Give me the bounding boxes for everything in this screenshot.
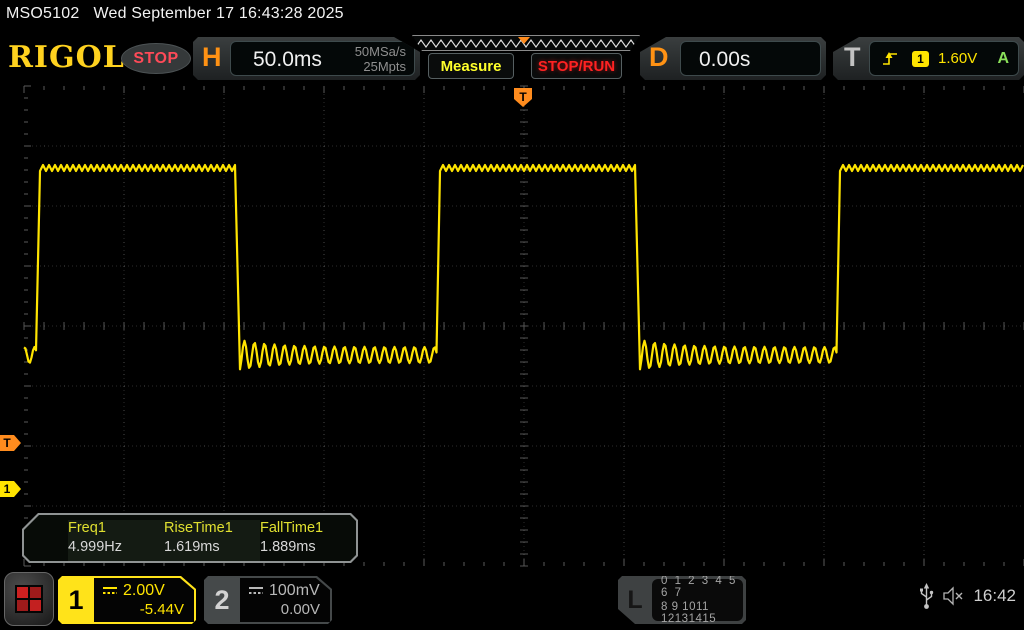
delay-panel[interactable]: D 0.00s: [640, 37, 826, 80]
trigger-label: T: [844, 42, 861, 73]
channel1-offset: -5.44V: [140, 601, 184, 618]
measurement-item[interactable]: Freq1 4.999Hz: [68, 520, 164, 561]
waveform-overview-bar[interactable]: [412, 35, 640, 51]
model-name: MSO5102: [6, 5, 79, 22]
measurement-label: FallTime1: [260, 520, 356, 536]
logic-label: L: [618, 576, 652, 624]
horizontal-label: H: [202, 42, 222, 73]
channel2-scale-value: 100mV: [269, 582, 320, 600]
measurement-item[interactable]: FallTime1 1.889ms: [260, 520, 356, 561]
measurement-label: RiseTime1: [164, 520, 260, 536]
measurement-value: 1.619ms: [164, 539, 260, 555]
trigger-sweep-mode: A: [997, 50, 1009, 68]
logic-row-bottom: 8 9 1011 12131415: [661, 601, 743, 625]
header: RIGOL STOP H 50.0ms 50MSa/s 25Mpts Measu…: [0, 32, 1024, 84]
measurement-panel-inner: Freq1 4.999Hz RiseTime1 1.619ms FallTime…: [24, 515, 356, 561]
status-bar: MSO5102 Wed September 17 16:43:28 2025: [6, 5, 344, 23]
menu-grid-icon: [15, 585, 43, 613]
memory-depth: 25Mpts: [355, 59, 406, 74]
horizontal-inset: 50.0ms 50MSa/s 25Mpts: [230, 41, 415, 76]
channel1-scale: 2.00V: [102, 582, 165, 600]
bottom-bar: 1 2.00V -5.44V 2 100mV 0.00V: [0, 568, 1024, 630]
channel1-scale-value: 2.00V: [123, 582, 165, 600]
measurement-panel[interactable]: Freq1 4.999Hz RiseTime1 1.619ms FallTime…: [22, 513, 358, 563]
run-state-badge: STOP: [121, 43, 191, 74]
delay-value: 0.00s: [699, 48, 750, 72]
channel1-block[interactable]: 1 2.00V -5.44V: [58, 576, 196, 624]
svg-text:T: T: [3, 436, 11, 450]
logic-analyzer-block[interactable]: L 0 1 2 3 4 5 6 7 8 9 1011 12131415: [618, 576, 746, 624]
measurement-item[interactable]: RiseTime1 1.619ms: [164, 520, 260, 561]
system-tray: 16:42: [919, 582, 1016, 610]
logic-channels: 0 1 2 3 4 5 6 7 8 9 1011 12131415: [652, 579, 743, 621]
trigger-level-marker[interactable]: T: [0, 435, 21, 451]
rigol-logo: RIGOL: [8, 40, 125, 75]
trigger-level-value: 1.60V: [938, 50, 977, 67]
channel1-inner: 2.00V -5.44V: [94, 578, 194, 622]
measurement-value: 1.889ms: [260, 539, 356, 555]
logic-row-top: 0 1 2 3 4 5 6 7: [661, 575, 743, 599]
svg-text:T: T: [519, 90, 527, 104]
channel2-block[interactable]: 2 100mV 0.00V: [204, 576, 332, 624]
speaker-muted-icon: [943, 586, 964, 606]
trigger-inset: 1 1.60V A: [869, 41, 1019, 76]
timebase-value: 50.0ms: [253, 48, 322, 72]
dc-coupling-icon: [102, 586, 118, 596]
stop-run-button[interactable]: STOP/RUN: [531, 53, 622, 79]
menu-button[interactable]: [4, 572, 54, 626]
sample-rate: 50MSa/s: [355, 44, 406, 59]
overview-zigzag: [413, 36, 639, 50]
usb-icon: [919, 582, 934, 610]
trigger-source-badge: 1: [912, 51, 929, 67]
horizontal-panel[interactable]: H 50.0ms 50MSa/s 25Mpts: [193, 37, 420, 80]
measurement-label: Freq1: [68, 520, 164, 536]
trigger-position-marker[interactable]: T: [514, 88, 532, 107]
trigger-panel[interactable]: T 1 1.60V A: [833, 37, 1024, 80]
channel1-number: 1: [58, 576, 94, 624]
datetime: Wed September 17 16:43:28 2025: [93, 5, 343, 22]
acquisition-rates: 50MSa/s 25Mpts: [355, 44, 406, 74]
svg-text:1: 1: [4, 482, 11, 496]
channel2-inner: 100mV 0.00V: [240, 578, 330, 622]
dc-coupling-icon: [248, 586, 264, 596]
channel1-ground-marker[interactable]: 1: [0, 481, 21, 497]
clock: 16:42: [973, 586, 1016, 606]
channel2-offset: 0.00V: [281, 601, 320, 618]
channel2-number: 2: [204, 576, 240, 624]
delay-label: D: [649, 42, 669, 73]
measure-button[interactable]: Measure: [428, 53, 514, 79]
channel2-scale: 100mV: [248, 582, 320, 600]
delay-inset: 0.00s: [680, 41, 821, 76]
rising-edge-icon: [881, 50, 899, 67]
measurement-value: 4.999Hz: [68, 539, 164, 555]
